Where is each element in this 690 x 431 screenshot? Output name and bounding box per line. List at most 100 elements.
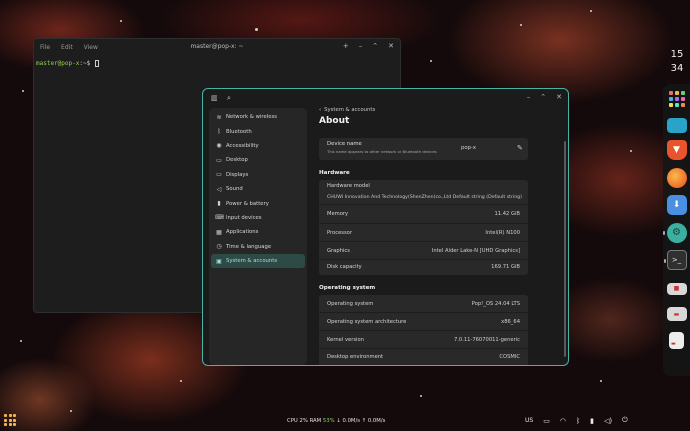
sidebar-item-displays[interactable]: ▭ Displays [211, 168, 305, 182]
sidebar-item-applications[interactable]: ▦ Applications [211, 225, 305, 239]
battery-icon[interactable]: ▮ [590, 417, 594, 425]
disk-capacity-row: Disk capacity 169.71 GiB [319, 259, 528, 275]
terminal-header: File Edit View master@pop-x: ~ + – ⌃ ✕ [34, 39, 400, 55]
input-devices-icon: ⌨ [215, 214, 224, 222]
sidebar-item-desktop[interactable]: ▭ Desktop [211, 153, 305, 167]
system-icon: ▣ [216, 257, 222, 265]
folder-icon[interactable] [666, 117, 687, 133]
settings-window[interactable]: ▥ ⌕ – ⌃ ✕ ≋ Network & wireless ᛒ Bluetooth… [202, 88, 569, 366]
sidebar-item-bluetooth[interactable]: ᛒ Bluetooth [211, 124, 305, 138]
sidebar-item-input-devices[interactable]: ⌨ Input devices [211, 211, 305, 225]
brave-browser-icon[interactable]: ▼ [666, 140, 687, 160]
maximize-icon[interactable]: ⌃ [540, 93, 546, 101]
sidebar-item-power[interactable]: ▮ Power & battery [211, 196, 305, 210]
maximize-icon[interactable]: ⌃ [372, 42, 378, 50]
ram-value: 53% [322, 418, 335, 424]
device-name-label: Device name [327, 141, 362, 147]
ram-label: RAM [309, 418, 322, 424]
volume-icon[interactable]: ◁) [604, 417, 612, 425]
breadcrumb[interactable]: ‹ System & accounts [319, 107, 557, 113]
row-value: x86_64 [501, 318, 520, 325]
bluetooth-icon: ᛒ [217, 128, 221, 136]
about-page: ‹ System & accounts About Device name Thi… [319, 107, 557, 365]
time-language-icon: ◷ [216, 243, 222, 251]
row-label: Graphics [327, 247, 350, 254]
media-icon[interactable]: ▬ [666, 307, 687, 321]
store-icon[interactable]: ⬇ [666, 195, 687, 215]
sidebar-item-label: Bluetooth [226, 128, 252, 135]
sidebar-item-label: Applications [226, 229, 259, 236]
page-title: About [319, 116, 350, 126]
row-value: 169.71 GiB [491, 264, 520, 270]
text-cursor [94, 60, 99, 67]
device-name-card: Device name This name appears to other n… [319, 138, 528, 160]
row-label: Operating system architecture [327, 318, 407, 325]
close-icon[interactable]: ✕ [388, 42, 394, 50]
clock[interactable]: 15 34 [664, 48, 690, 76]
new-tab-icon[interactable]: + [343, 42, 349, 50]
graphics-row: Graphics Intel Alder Lake-N [UHD Graphics… [319, 242, 528, 259]
sidebar-item-label: Network & wireless [226, 114, 277, 121]
applications-icon: ▦ [216, 228, 222, 236]
notifications-icon[interactable]: ▭ [543, 417, 550, 425]
hardware-model-label: Hardware model [327, 183, 370, 189]
desktop-environment-row: Desktop environment COSMIC [319, 348, 528, 365]
minimize-icon[interactable]: – [527, 93, 531, 101]
sidebar-item-network[interactable]: ≋ Network & wireless [211, 110, 305, 124]
bluetooth-icon[interactable]: ᛒ [576, 417, 580, 425]
sidebar-item-label: Desktop [226, 157, 248, 164]
cpu-value: 2% [299, 418, 308, 424]
os-architecture-row: Operating system architecture x86_64 [319, 313, 528, 330]
search-icon[interactable]: ⌕ [227, 94, 231, 103]
network-speed: ↓ 0.0M/s ↑ 0.0M/s [336, 418, 386, 424]
firefox-icon[interactable] [666, 167, 687, 188]
sidebar-item-label: System & accounts [226, 258, 278, 265]
dock: ▼ ⬇ ⚙ >_ ■ ▬ ▬ [662, 84, 690, 376]
keyboard-layout[interactable]: US [525, 417, 533, 424]
power-icon[interactable]: ⏻ [622, 416, 628, 425]
app-grid-icon[interactable] [668, 91, 685, 107]
accessibility-icon: ◉ [216, 142, 222, 150]
wifi-icon[interactable]: ◠ [560, 417, 566, 425]
os-heading: Operating system [319, 285, 376, 291]
row-label: Processor [327, 229, 352, 236]
settings-icon[interactable]: ⚙ [662, 222, 687, 243]
row-value: 7.0.11-76070011-generic [453, 336, 520, 343]
terminal-prompt[interactable]: master@pop-x:~$ [34, 55, 400, 72]
edit-pencil-icon[interactable]: ✎ [517, 144, 523, 152]
processor-row: Processor Intel(R) N100 [319, 224, 528, 241]
sidebar-item-label: Accessibility [226, 142, 259, 149]
minimize-icon[interactable]: – [359, 42, 363, 50]
os-row: Operating system Pop!_OS 24.04 LTS [319, 295, 528, 312]
settings-sidebar: ≋ Network & wireless ᛒ Bluetooth ◉ Accessib… [209, 108, 307, 365]
text-editor-icon[interactable]: ▬ [669, 331, 684, 349]
prompt-path: :~$ [79, 60, 94, 67]
sidebar-item-sound[interactable]: ◁ Sound [211, 182, 305, 196]
printer-icon[interactable]: ■ [666, 282, 687, 295]
close-icon[interactable]: ✕ [556, 93, 562, 101]
row-label: Kernel version [327, 336, 364, 343]
app-launcher-icon[interactable] [4, 414, 16, 426]
device-name-input[interactable]: pop-x [461, 145, 476, 151]
sound-icon: ◁ [216, 185, 222, 193]
system-tray: US ▭ ◠ ᛒ ▮ ◁) ⏻ [525, 416, 638, 425]
chevron-left-icon: ‹ [319, 107, 322, 113]
scrollbar[interactable] [564, 141, 566, 357]
row-value: Intel Alder Lake-N [UHD Graphics] [431, 247, 520, 254]
sidebar-item-time-language[interactable]: ◷ Time & language [211, 240, 305, 254]
row-label: Disk capacity [327, 264, 362, 270]
sidebar-item-accessibility[interactable]: ◉ Accessibility [211, 139, 305, 153]
sidebar-item-label: Displays [226, 171, 249, 178]
memory-row: Memory 11.42 GiB [319, 205, 528, 223]
hardware-heading: Hardware [319, 170, 350, 176]
terminal-icon[interactable]: >_ [663, 250, 687, 270]
desktop-icon: ▭ [216, 156, 222, 164]
sidebar-item-label: Power & battery [226, 200, 269, 207]
sidebar-toggle-icon[interactable]: ▥ [211, 94, 218, 102]
settings-header: ▥ ⌕ – ⌃ ✕ [203, 89, 568, 107]
sidebar-item-system-accounts[interactable]: ▣ System & accounts [211, 253, 305, 269]
prompt-user: master@pop-x [36, 60, 80, 67]
row-label: Desktop environment [327, 353, 384, 360]
system-monitor[interactable]: CPU 2% RAM 53% ↓ 0.0M/s ↑ 0.0M/s [287, 418, 385, 424]
row-value: COSMIC [499, 353, 520, 360]
